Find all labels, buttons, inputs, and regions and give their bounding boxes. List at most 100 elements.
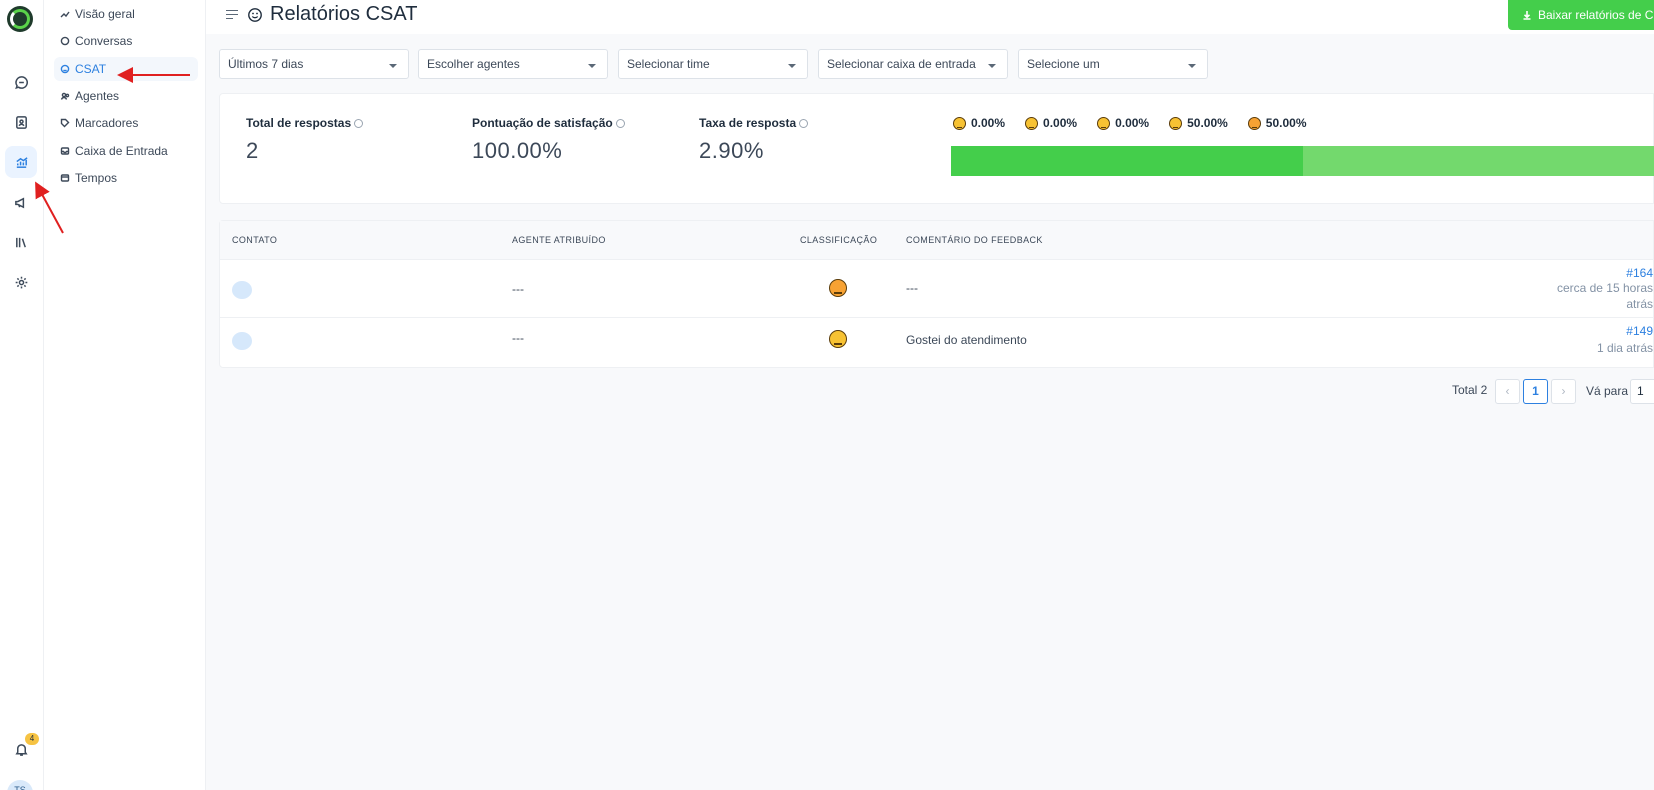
reports-nav-button[interactable] bbox=[5, 146, 37, 178]
sidebar-item-label: Marcadores bbox=[75, 116, 139, 130]
library-nav-button[interactable] bbox=[5, 226, 37, 258]
response-time: 1 dia atrás bbox=[1596, 341, 1653, 355]
info-icon[interactable] bbox=[354, 118, 364, 128]
chevron-down-icon bbox=[788, 64, 796, 68]
column-header-rating: CLASSIFICAÇÃO bbox=[800, 235, 878, 245]
agent-cell: --- bbox=[512, 331, 524, 345]
chat-bubble-icon bbox=[14, 75, 28, 89]
metric-value: 2 bbox=[246, 138, 259, 163]
contact-avatar[interactable] bbox=[232, 281, 252, 299]
table-row: --- Gostei do atendimento #149 1 dia atr… bbox=[220, 318, 1653, 364]
app-logo[interactable] bbox=[7, 6, 33, 32]
sidebar-item-label: CSAT bbox=[75, 62, 107, 76]
metric-label: Total de respostas bbox=[246, 116, 352, 130]
users-icon bbox=[60, 91, 70, 101]
pagination-prev-button[interactable]: ‹ bbox=[1495, 379, 1520, 404]
column-header-agent: AGENTE ATRIBUÍDO bbox=[512, 235, 606, 245]
sidebar-item-overview[interactable]: Visão geral bbox=[54, 2, 198, 26]
sidebar-item-label: Agentes bbox=[75, 89, 120, 103]
contact-avatar[interactable] bbox=[232, 332, 252, 350]
download-report-label: Baixar relatórios de C bbox=[1538, 8, 1654, 22]
user-avatar[interactable]: TS bbox=[7, 780, 33, 790]
inbox-select[interactable]: Selecionar caixa de entrada bbox=[818, 49, 1008, 79]
pagination-page-button[interactable]: 1 bbox=[1523, 379, 1548, 404]
pagination-next-button[interactable]: › bbox=[1551, 379, 1576, 404]
sidebar-item-labels[interactable]: Marcadores bbox=[54, 111, 198, 135]
time-line: atrás bbox=[1626, 297, 1653, 311]
page-header: Relatórios CSAT Baixar relatórios de C bbox=[206, 0, 1654, 34]
metric-label: Pontuação de satisfação bbox=[472, 116, 613, 130]
rating-bar-segment bbox=[951, 146, 1303, 176]
smile-emoji-icon bbox=[829, 330, 847, 348]
conversation-link[interactable]: #149 bbox=[1626, 324, 1653, 338]
time-line: cerca de 15 horas bbox=[1556, 281, 1653, 295]
metric-value: 100.00% bbox=[472, 138, 563, 163]
date-range-select[interactable]: Últimos 7 dias bbox=[219, 49, 409, 79]
conversation-link[interactable]: #164 bbox=[1626, 266, 1653, 280]
sidebar-item-times[interactable]: Tempos bbox=[54, 166, 198, 190]
rating-frown: 0.00% bbox=[953, 116, 1005, 130]
date-range-value: Últimos 7 dias bbox=[228, 57, 304, 71]
column-header-contact: CONTATO bbox=[232, 235, 278, 245]
sidebar-item-inbox[interactable]: Caixa de Entrada bbox=[54, 139, 198, 163]
sidebar-item-conversations[interactable]: Conversas bbox=[54, 29, 198, 53]
sidebar-item-label: Caixa de Entrada bbox=[75, 144, 168, 158]
comment-cell: --- bbox=[906, 281, 918, 295]
comment-cell: Gostei do atendimento bbox=[906, 333, 1027, 347]
rating-distribution-legend: 0.00% 0.00% 0.00% 50.00% 50.00% bbox=[953, 116, 1307, 130]
goto-page-input[interactable]: 1 bbox=[1630, 379, 1654, 404]
hamburger-menu-icon[interactable] bbox=[226, 10, 238, 20]
chat-icon bbox=[60, 36, 70, 46]
reports-sidebar: Visão geral Conversas CSAT Agentes Marca… bbox=[44, 0, 206, 790]
rating-percent: 50.00% bbox=[1265, 116, 1307, 130]
column-header-comment: COMENTÁRIO DO FEEDBACK bbox=[906, 235, 1043, 245]
sidebar-item-agents[interactable]: Agentes bbox=[54, 84, 198, 108]
metric-label: Taxa de resposta bbox=[699, 116, 797, 130]
agents-select[interactable]: Escolher agentes bbox=[418, 49, 608, 79]
pagination-total: Total 2 bbox=[1452, 383, 1488, 397]
response-time: cerca de 15 horas atrás bbox=[1557, 280, 1653, 312]
sidebar-item-label: Conversas bbox=[75, 34, 133, 48]
contacts-nav-button[interactable] bbox=[5, 106, 37, 138]
team-placeholder: Selecionar time bbox=[627, 57, 710, 71]
info-icon[interactable] bbox=[615, 118, 625, 128]
sidebar-item-csat[interactable]: CSAT bbox=[54, 57, 198, 81]
total-responses-metric: Total de respostas 2 bbox=[246, 116, 364, 164]
team-select[interactable]: Selecionar time bbox=[618, 49, 808, 79]
chevron-down-icon bbox=[389, 64, 397, 68]
conversations-nav-button[interactable] bbox=[5, 66, 37, 98]
info-icon[interactable] bbox=[799, 118, 809, 128]
clock-icon bbox=[60, 173, 70, 183]
sidebar-item-label: Tempos bbox=[75, 171, 118, 185]
chevron-down-icon bbox=[988, 64, 996, 68]
smile-emoji-icon bbox=[1169, 116, 1183, 130]
download-report-button[interactable]: Baixar relatórios de C bbox=[1508, 0, 1654, 30]
main-content: Relatórios CSAT Baixar relatórios de C Ú… bbox=[206, 0, 1654, 790]
contact-book-icon bbox=[15, 115, 27, 129]
trend-icon bbox=[60, 9, 70, 19]
chevron-down-icon bbox=[588, 64, 596, 68]
bell-icon bbox=[14, 743, 28, 756]
download-icon bbox=[1523, 11, 1531, 20]
heart-eyes-emoji-icon bbox=[1247, 116, 1261, 130]
sidebar-item-label: Visão geral bbox=[75, 7, 135, 21]
page-title: Relatórios CSAT bbox=[270, 3, 418, 25]
frown-emoji-icon bbox=[953, 116, 966, 130]
megaphone-icon bbox=[14, 197, 24, 208]
chevron-down-icon bbox=[1188, 64, 1196, 68]
metric-value: 2.90% bbox=[699, 138, 764, 163]
chart-trend-icon bbox=[15, 156, 28, 168]
rating-bar-segment bbox=[1303, 146, 1654, 176]
rating-sad: 0.00% bbox=[1025, 116, 1077, 130]
inbox-placeholder: Selecionar caixa de entrada bbox=[827, 57, 976, 71]
campaigns-nav-button[interactable] bbox=[5, 186, 37, 218]
rating-select[interactable]: Selecione um bbox=[1018, 49, 1208, 79]
sad-emoji-icon bbox=[1025, 116, 1039, 130]
table-header: CONTATO AGENTE ATRIBUÍDO CLASSIFICAÇÃO C… bbox=[220, 221, 1653, 260]
smile-icon bbox=[60, 64, 70, 74]
neutral-emoji-icon bbox=[1097, 116, 1111, 130]
agent-cell: --- bbox=[512, 282, 524, 296]
heart-eyes-emoji-icon bbox=[829, 279, 847, 297]
rating-smile: 50.00% bbox=[1169, 116, 1228, 130]
settings-nav-button[interactable] bbox=[5, 266, 37, 298]
